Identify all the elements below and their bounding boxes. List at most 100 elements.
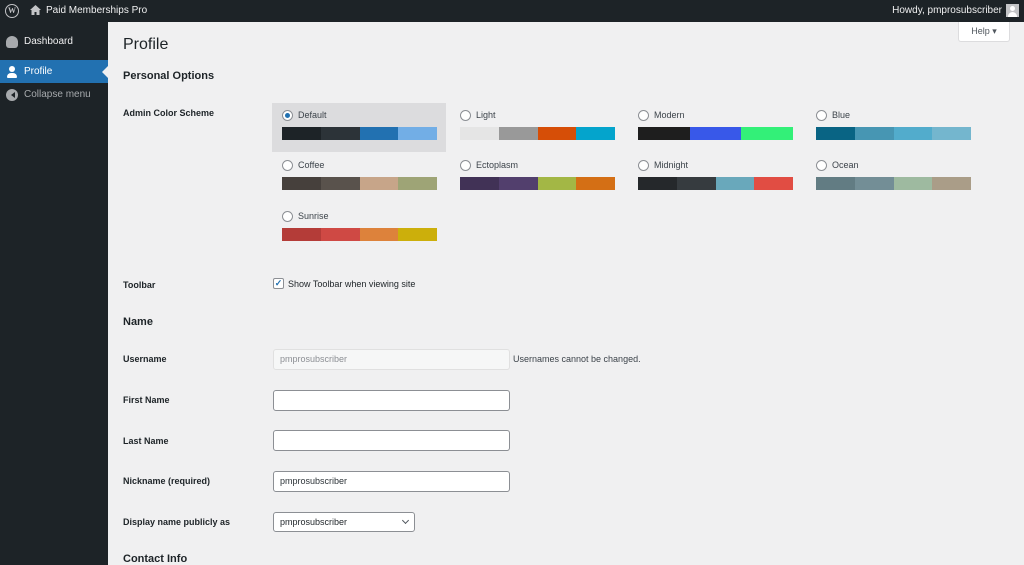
nickname-label: Nickname (required) (123, 476, 211, 486)
swatch-color (398, 228, 437, 241)
username-field: pmprosubscriber (273, 349, 510, 370)
radio-button[interactable] (282, 211, 293, 222)
color-swatch (282, 228, 437, 241)
color-swatch (282, 177, 437, 190)
swatch-color (498, 177, 538, 190)
swatch-color (676, 177, 716, 190)
swatch-color (741, 127, 794, 140)
color-swatch (816, 127, 971, 140)
swatch-color (754, 177, 793, 190)
first-name-input[interactable] (273, 390, 510, 411)
toolbar-label: Toolbar (123, 280, 156, 290)
color-swatch (460, 127, 615, 140)
color-scheme-label: Admin Color Scheme (123, 108, 215, 118)
swatch-color (893, 127, 933, 140)
swatch-color (359, 177, 399, 190)
user-icon (6, 65, 18, 78)
color-swatch (282, 127, 437, 140)
swatch-color (282, 228, 321, 241)
toolbar-checkbox[interactable]: ✓ (273, 278, 284, 289)
radio-button[interactable] (816, 160, 827, 171)
last-name-input[interactable] (273, 430, 510, 451)
swatch-color (576, 127, 615, 140)
swatch-color (638, 127, 690, 140)
swatch-color (537, 177, 577, 190)
swatch-color (320, 127, 360, 140)
menu-item-dashboard[interactable]: Dashboard (0, 30, 108, 53)
swatch-color (893, 177, 933, 190)
wordpress-logo-icon[interactable]: W (5, 4, 19, 18)
swatch-color (282, 127, 321, 140)
color-scheme-option[interactable]: Light (450, 103, 624, 152)
color-swatch (460, 177, 615, 190)
swatch-color (854, 177, 894, 190)
name-heading: Name (123, 316, 153, 328)
scheme-name: Light (476, 110, 496, 120)
scheme-name: Blue (832, 110, 851, 120)
swatch-color (359, 228, 399, 241)
color-scheme-option[interactable]: Blue (806, 103, 980, 152)
swatch-color (460, 127, 499, 140)
site-name-link[interactable]: Paid Memberships Pro (46, 5, 147, 16)
color-swatch (638, 127, 794, 140)
scheme-name: Midnight (654, 160, 689, 170)
swatch-color (359, 127, 399, 140)
radio-button[interactable] (460, 110, 471, 121)
dashboard-icon (6, 35, 18, 48)
radio-button[interactable] (638, 160, 649, 171)
scheme-name: Sunrise (298, 211, 329, 221)
color-scheme-option[interactable]: Midnight (628, 153, 802, 202)
swatch-color (816, 127, 855, 140)
display-name-label: Display name publicly as (123, 517, 231, 527)
contact-info-heading: Contact Info (123, 553, 188, 565)
swatch-color (398, 127, 437, 140)
color-scheme-option[interactable]: Ocean (806, 153, 980, 202)
main-content: Help ▾ Profile Personal Options Admin Co… (108, 22, 1024, 565)
last-name-label: Last Name (123, 436, 169, 446)
chevron-down-icon (401, 516, 410, 525)
help-tab-button[interactable]: Help ▾ (958, 22, 1010, 42)
page-title: Profile (123, 36, 169, 53)
account-menu[interactable]: Howdy, pmprosubscriber (892, 5, 1002, 16)
radio-button[interactable] (282, 110, 293, 121)
scheme-name: Modern (654, 110, 685, 120)
swatch-color (398, 177, 437, 190)
menu-item-profile[interactable]: Profile (0, 60, 108, 83)
collapse-icon (6, 88, 18, 101)
nickname-input[interactable]: pmprosubscriber (273, 471, 510, 492)
swatch-color (320, 177, 360, 190)
color-scheme-option[interactable]: Ectoplasm (450, 153, 624, 202)
color-scheme-option[interactable]: Modern (628, 103, 802, 152)
radio-button[interactable] (460, 160, 471, 171)
swatch-color (537, 127, 577, 140)
scheme-name: Ectoplasm (476, 160, 519, 170)
color-scheme-option[interactable]: Coffee (272, 153, 446, 202)
color-swatch (816, 177, 971, 190)
swatch-color (576, 177, 615, 190)
avatar[interactable] (1006, 4, 1019, 17)
admin-bar: W Paid Memberships Pro Howdy, pmprosubsc… (0, 0, 1024, 22)
scheme-name: Ocean (832, 160, 859, 170)
swatch-color (638, 177, 677, 190)
collapse-menu-button[interactable]: Collapse menu (0, 83, 108, 106)
home-icon[interactable] (30, 4, 41, 16)
radio-button[interactable] (638, 110, 649, 121)
display-name-select[interactable]: pmprosubscriber (273, 512, 415, 532)
swatch-color (460, 177, 499, 190)
toolbar-checkbox-label[interactable]: Show Toolbar when viewing site (288, 279, 415, 289)
swatch-color (932, 127, 971, 140)
username-description: Usernames cannot be changed. (513, 354, 641, 364)
personal-options-heading: Personal Options (123, 70, 215, 82)
scheme-name: Coffee (298, 160, 325, 170)
swatch-color (498, 127, 538, 140)
radio-button[interactable] (282, 160, 293, 171)
swatch-color (854, 127, 894, 140)
swatch-color (689, 127, 742, 140)
scheme-name: Default (298, 110, 327, 120)
radio-button[interactable] (816, 110, 827, 121)
swatch-color (816, 177, 855, 190)
color-scheme-option[interactable]: Default (272, 103, 446, 152)
first-name-label: First Name (123, 395, 170, 405)
swatch-color (715, 177, 755, 190)
color-scheme-option[interactable]: Sunrise (272, 204, 446, 253)
